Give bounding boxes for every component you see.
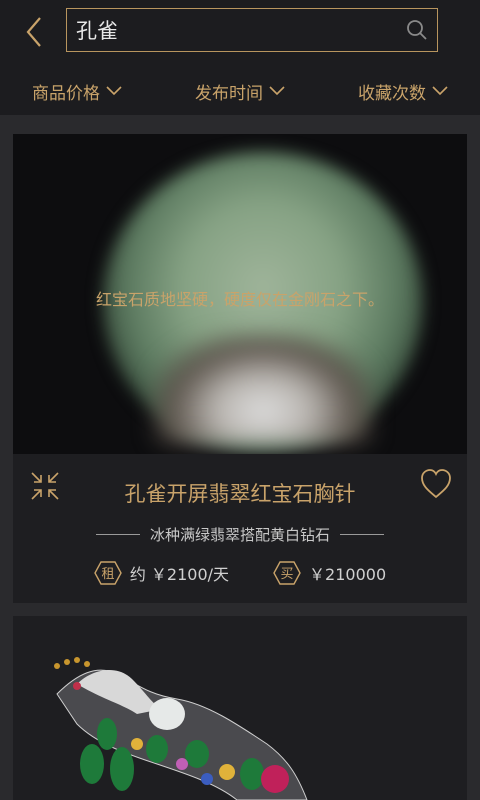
filter-price-label: 商品价格 bbox=[32, 83, 100, 104]
buy-badge-text: 买 bbox=[281, 567, 294, 582]
product-subtitle-row: 冰种满绿翡翠搭配黄白钻石 bbox=[13, 522, 467, 546]
product-overlay-text: 红宝石质地坚硬，硬度仅在金刚石之下。 bbox=[95, 290, 384, 309]
product-image[interactable]: 红宝石质地坚硬，硬度仅在金刚石之下。 bbox=[13, 134, 467, 454]
search-input[interactable] bbox=[67, 9, 397, 51]
search-icon bbox=[407, 20, 427, 40]
buy-price: ￥210000 bbox=[309, 565, 387, 584]
chevron-down-icon bbox=[269, 86, 285, 96]
filter-favorites-label: 收藏次数 bbox=[358, 83, 426, 104]
filter-bar: 商品价格 发布时间 收藏次数 bbox=[0, 70, 480, 112]
product-subtitle: 冰种满绿翡翠搭配黄白钻石 bbox=[149, 525, 330, 544]
jade-image-highlight bbox=[153, 334, 373, 444]
filter-publish-time-label: 发布时间 bbox=[195, 83, 263, 104]
rent-price: 约 ￥2100/天 bbox=[129, 565, 230, 584]
back-arrow-icon bbox=[26, 17, 41, 47]
rent-badge-text: 租 bbox=[101, 567, 114, 582]
buy-badge-icon: 买 bbox=[273, 561, 301, 585]
peacock-brooch-image[interactable] bbox=[37, 654, 337, 800]
heart-icon[interactable] bbox=[419, 468, 453, 500]
header: 商品价格 发布时间 收藏次数 bbox=[0, 0, 480, 115]
back-button[interactable] bbox=[16, 14, 52, 50]
product-card[interactable] bbox=[13, 616, 467, 800]
subtitle-divider-left bbox=[95, 533, 140, 535]
product-card[interactable]: 红宝石质地坚硬，硬度仅在金刚石之下。 孔雀开屏翡翠红宝石胸针 冰种满绿翡翠搭配黄… bbox=[13, 134, 467, 603]
product-title: 孔雀开屏翡翠红宝石胸针 bbox=[124, 482, 356, 506]
buy-price-group: 买 ￥210000 bbox=[273, 561, 386, 585]
rent-price-group: 租 约 ￥2100/天 bbox=[94, 561, 229, 585]
subtitle-divider-right bbox=[340, 533, 384, 535]
chevron-down-icon bbox=[432, 86, 448, 96]
chevron-down-icon bbox=[106, 86, 122, 96]
price-row: 租 约 ￥2100/天 买 ￥210000 bbox=[13, 558, 467, 588]
search-bar bbox=[66, 8, 438, 52]
search-button[interactable] bbox=[397, 10, 437, 50]
filter-publish-time[interactable]: 发布时间 bbox=[195, 79, 285, 104]
rent-badge-icon: 租 bbox=[94, 561, 122, 585]
filter-favorites[interactable]: 收藏次数 bbox=[358, 79, 448, 104]
filter-price[interactable]: 商品价格 bbox=[32, 79, 122, 104]
